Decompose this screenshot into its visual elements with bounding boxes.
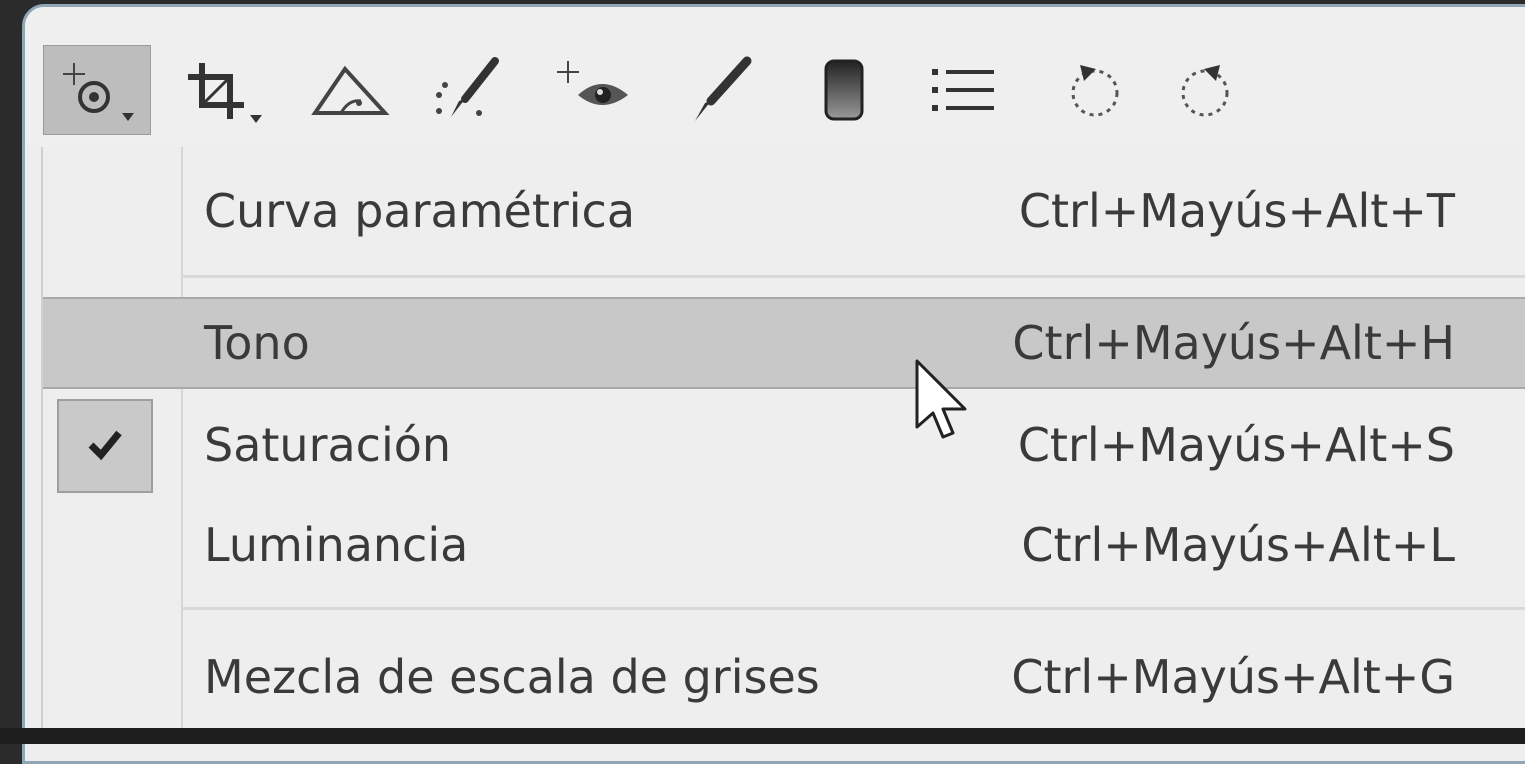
menu-item-shortcut: Ctrl+Mayús+Alt+L bbox=[1021, 518, 1455, 572]
menu-item-luminancia[interactable]: Luminancia Ctrl+Mayús+Alt+L bbox=[43, 499, 1525, 591]
list-icon bbox=[920, 55, 1010, 125]
spot-removal-button[interactable] bbox=[420, 45, 520, 135]
menu-separator bbox=[183, 607, 1525, 610]
straighten-button[interactable] bbox=[300, 45, 400, 135]
menu-item-label: Tono bbox=[204, 316, 310, 370]
red-eye-icon bbox=[550, 55, 640, 125]
adjustment-brush-button[interactable] bbox=[670, 45, 770, 135]
menu-item-label: Mezcla de escala de grises bbox=[204, 650, 820, 704]
rotate-left-button[interactable] bbox=[1045, 45, 1145, 135]
graduated-filter-button[interactable] bbox=[793, 45, 893, 135]
menu-item-label: Luminancia bbox=[204, 518, 469, 572]
background-strip bbox=[0, 728, 1525, 744]
menu-item-shortcut: Ctrl+Mayús+Alt+H bbox=[1012, 316, 1455, 370]
list-button[interactable] bbox=[915, 45, 1015, 135]
mouse-pointer-icon bbox=[913, 357, 973, 451]
spot-removal-icon bbox=[425, 55, 515, 125]
menu-item-curva-parametrica[interactable]: Curva paramétrica Ctrl+Mayús+Alt+T bbox=[43, 165, 1525, 257]
rotate-left-icon bbox=[1050, 55, 1140, 125]
menu-item-saturacion[interactable]: Saturación Ctrl+Mayús+Alt+S bbox=[43, 395, 1525, 495]
menu-item-shortcut: Ctrl+Mayús+Alt+G bbox=[1011, 650, 1455, 704]
checkmark-box bbox=[57, 399, 153, 493]
targeted-adjustment-icon bbox=[52, 55, 142, 125]
menu-item-label: Saturación bbox=[204, 418, 452, 472]
red-eye-button[interactable] bbox=[545, 45, 645, 135]
adjustment-brush-icon bbox=[675, 55, 765, 125]
toolbar bbox=[25, 7, 1525, 147]
menu-item-mezcla-escala-grises[interactable]: Mezcla de escala de grises Ctrl+Mayús+Al… bbox=[43, 631, 1525, 723]
menu-item-shortcut: Ctrl+Mayús+Alt+S bbox=[1017, 418, 1455, 472]
adjustment-window: Curva paramétrica Ctrl+Mayús+Alt+T Tono … bbox=[22, 4, 1525, 764]
adjustment-menu: Curva paramétrica Ctrl+Mayús+Alt+T Tono … bbox=[41, 147, 1525, 737]
rotate-right-button[interactable] bbox=[1155, 45, 1255, 135]
targeted-adjustment-button[interactable] bbox=[43, 45, 151, 135]
graduated-filter-icon bbox=[798, 55, 888, 125]
menu-item-tono[interactable]: Tono Ctrl+Mayús+Alt+H bbox=[43, 297, 1525, 389]
menu-separator bbox=[183, 275, 1525, 278]
menu-item-shortcut: Ctrl+Mayús+Alt+T bbox=[1018, 184, 1455, 238]
straighten-icon bbox=[305, 55, 395, 125]
crop-icon bbox=[180, 55, 270, 125]
menu-item-label: Curva paramétrica bbox=[204, 184, 636, 238]
rotate-right-icon bbox=[1160, 55, 1250, 125]
checkmark-icon bbox=[85, 427, 125, 465]
crop-button[interactable] bbox=[175, 45, 275, 135]
